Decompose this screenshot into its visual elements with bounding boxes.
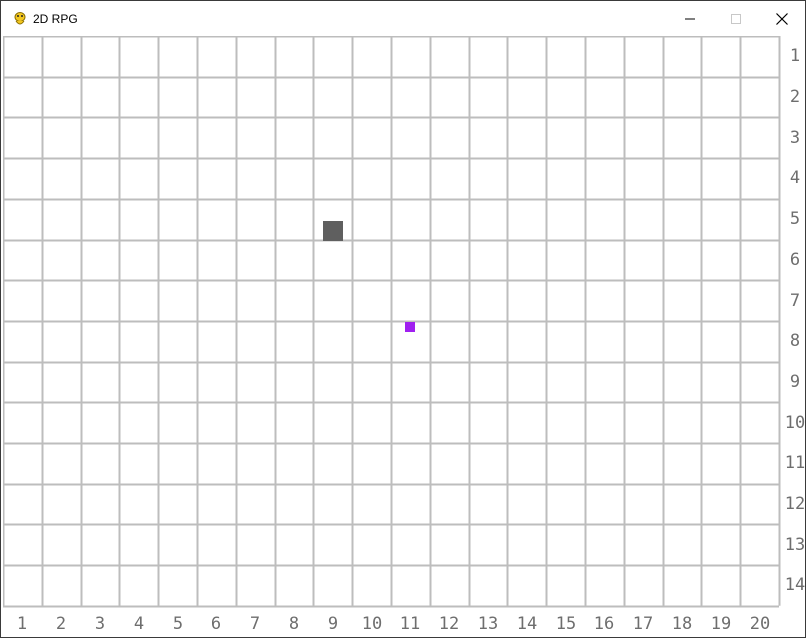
python-snake-icon [12, 11, 28, 27]
row-label: 4 [789, 168, 801, 188]
row-label: 7 [789, 291, 801, 311]
row-label: 9 [789, 372, 801, 392]
row-label: 12 [784, 494, 806, 514]
column-label: 6 [210, 613, 222, 634]
board-background [3, 36, 805, 637]
close-icon [776, 12, 788, 25]
column-label: 5 [172, 613, 184, 634]
game-window: 2D RPG 1 2 3 4 5 6 7 8 9 10 11 12 13 14 15 16 17 18 19 20 1 2… [0, 0, 806, 638]
maximize-icon [731, 13, 741, 24]
column-label: 4 [133, 613, 145, 634]
column-label: 20 [749, 613, 771, 634]
column-label: 1 [16, 613, 28, 634]
column-label: 2 [55, 613, 67, 634]
game-canvas[interactable]: 1 2 3 4 5 6 7 8 9 10 11 12 13 14 15 16 17 18 19 20 1 2 3 4 5 6 7 8 9… [3, 36, 805, 637]
column-label: 15 [555, 613, 577, 634]
row-label: 10 [784, 413, 806, 433]
minimize-icon [685, 18, 695, 19]
minimize-button[interactable] [667, 1, 713, 36]
row-label: 8 [789, 331, 801, 351]
window-title: 2D RPG [33, 12, 78, 26]
column-label: 3 [94, 613, 106, 634]
row-label: 1 [789, 46, 801, 66]
column-label: 14 [516, 613, 538, 634]
row-label: 3 [789, 128, 801, 148]
column-label: 17 [632, 613, 654, 634]
row-label: 13 [784, 535, 806, 555]
close-button[interactable] [759, 1, 805, 36]
row-label: 14 [784, 575, 806, 595]
column-label: 13 [477, 613, 499, 634]
row-label: 2 [789, 87, 801, 107]
column-label: 19 [710, 613, 732, 634]
player-marker [405, 322, 415, 332]
row-label: 11 [784, 453, 806, 473]
column-label: 7 [249, 613, 261, 634]
column-label: 9 [327, 613, 339, 634]
column-label: 11 [399, 613, 421, 634]
column-label: 18 [671, 613, 693, 634]
obstacle-block [323, 221, 343, 241]
title-bar[interactable]: 2D RPG [1, 1, 805, 36]
maximize-button[interactable] [713, 1, 759, 36]
column-label: 8 [288, 613, 300, 634]
row-label: 5 [789, 209, 801, 229]
row-label: 6 [789, 250, 801, 270]
column-label: 10 [361, 613, 383, 634]
column-label: 12 [438, 613, 460, 634]
column-label: 16 [593, 613, 615, 634]
grid-board [3, 36, 805, 637]
